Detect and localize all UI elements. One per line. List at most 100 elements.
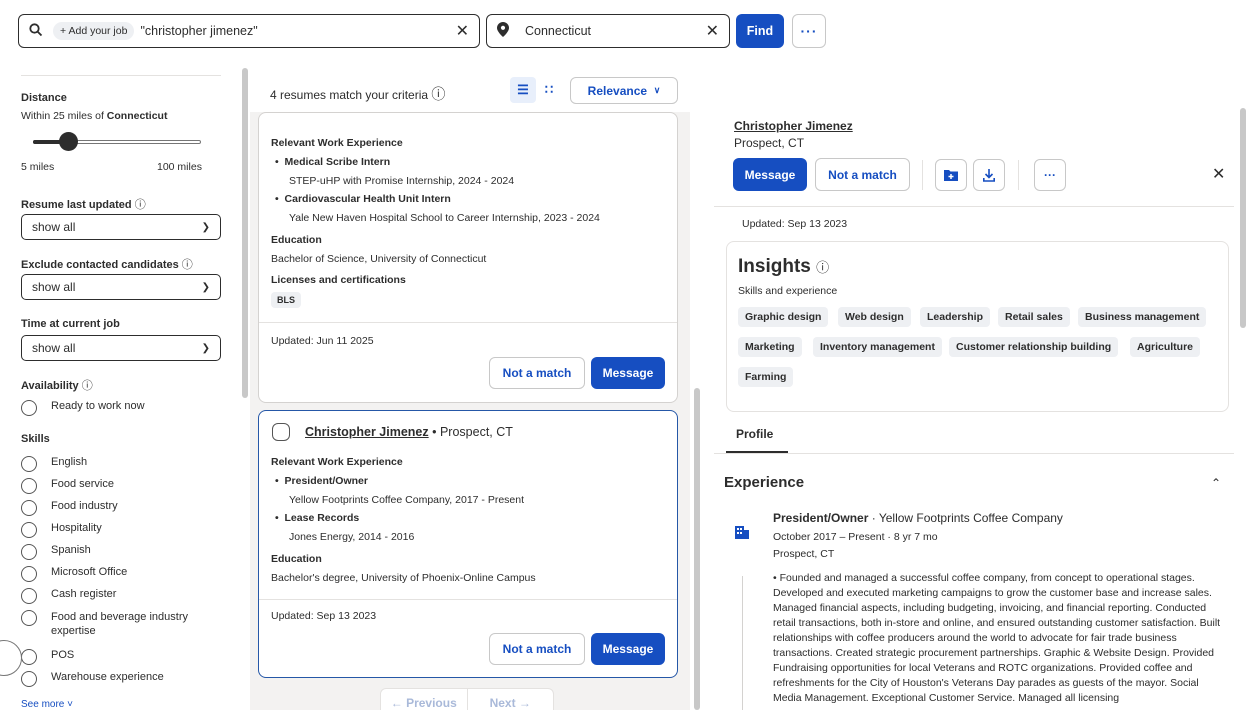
chevron-down-icon: ❯ — [201, 281, 210, 293]
checkbox-circle[interactable] — [21, 544, 37, 560]
search-bar: + Add your job "christopher jimenez" ✕ C… — [0, 0, 1257, 66]
filters-panel: Distance Within 25 miles of Connecticut … — [0, 66, 240, 710]
candidate-location: Prospect, CT — [734, 136, 805, 150]
chevron-up-icon[interactable]: ⌃ — [1211, 476, 1221, 490]
candidate-name-link[interactable]: Christopher Jimenez — [734, 119, 853, 133]
view-toggle[interactable]: ☰ ∷ — [510, 77, 562, 103]
pagination: ← Previous Next → — [380, 688, 554, 710]
checkbox-circle[interactable] — [21, 478, 37, 494]
location-text[interactable]: Connecticut — [525, 24, 706, 38]
license-badge: BLS — [271, 292, 301, 308]
chevron-down-icon: ∨ — [653, 85, 661, 95]
skill-tag: Business management — [1078, 307, 1207, 327]
experience-title: Experience — [724, 474, 805, 491]
save-to-folder-icon[interactable] — [935, 159, 967, 191]
experience-heading: President/Owner · Yellow Footprints Coff… — [773, 511, 1063, 525]
skill-checkbox[interactable]: Food industry — [21, 500, 118, 516]
tab-profile[interactable]: Profile — [736, 427, 773, 441]
skill-tag: Customer relationship building — [949, 337, 1119, 357]
not-a-match-button[interactable]: Not a match — [815, 158, 910, 191]
skill-checkbox[interactable]: Spanish — [21, 544, 91, 560]
experience-dates: October 2017 – Present · 8 yr 7 mo — [773, 531, 938, 543]
section-title: Education — [271, 553, 322, 565]
skill-checkbox[interactable]: Microsoft Office — [21, 566, 127, 582]
chevron-down-icon: ❯ — [201, 342, 210, 354]
filters-scrollbar[interactable] — [242, 68, 248, 398]
job-title: • Lease Records — [275, 512, 360, 524]
list-view-icon[interactable]: ☰ — [510, 77, 536, 103]
close-icon[interactable]: ✕ — [1212, 164, 1225, 184]
distance-slider-handle[interactable] — [59, 132, 78, 151]
info-icon[interactable]: ⓘ — [431, 86, 445, 102]
checkbox-circle[interactable] — [21, 456, 37, 472]
job-org: Yale New Haven Hospital School to Career… — [289, 212, 600, 224]
more-actions-icon[interactable]: ··· — [1034, 159, 1066, 191]
job-org: Jones Energy, 2014 - 2016 — [289, 531, 415, 543]
checkbox-circle[interactable] — [21, 671, 37, 687]
select-checkbox[interactable] — [272, 423, 290, 441]
skill-checkbox[interactable]: Warehouse experience — [21, 671, 164, 687]
not-a-match-button[interactable]: Not a match — [489, 633, 585, 665]
message-button[interactable]: Message — [591, 357, 665, 389]
job-title: • Medical Scribe Intern — [275, 156, 391, 168]
see-more-link[interactable]: See more ˅ — [21, 699, 73, 710]
info-icon[interactable]: ⓘ — [135, 199, 146, 211]
divider — [259, 322, 677, 323]
skill-tag: Leadership — [920, 307, 991, 327]
skill-tag: Farming — [738, 367, 794, 387]
message-button[interactable]: Message — [591, 633, 665, 665]
not-a-match-button[interactable]: Not a match — [489, 357, 585, 389]
more-options-button[interactable]: ··· — [792, 14, 826, 48]
next-page-button[interactable]: Next → — [466, 689, 554, 710]
checkbox-circle[interactable] — [21, 500, 37, 516]
detail-scrollbar[interactable] — [1240, 108, 1246, 328]
clear-query-icon[interactable]: ✕ — [456, 21, 469, 41]
chevron-down-icon: ❯ — [201, 221, 210, 233]
resume-updated-select[interactable]: show all ❯ — [21, 214, 221, 240]
message-button[interactable]: Message — [733, 158, 807, 191]
info-icon[interactable]: ⓘ — [182, 259, 193, 271]
job-org: STEP-uHP with Promise Internship, 2024 -… — [289, 175, 515, 187]
skill-checkbox[interactable]: POS — [21, 649, 74, 665]
results-scrollbar[interactable] — [694, 388, 700, 710]
skill-tag: Retail sales — [998, 307, 1070, 327]
job-search-input[interactable]: + Add your job "christopher jimenez" ✕ — [18, 14, 480, 48]
location-input[interactable]: Connecticut ✕ — [486, 14, 730, 48]
checkbox-circle[interactable] — [21, 400, 37, 416]
resume-card[interactable]: Relevant Work Experience • Medical Scrib… — [258, 112, 678, 403]
checkbox-circle[interactable] — [21, 649, 37, 665]
section-title: Licenses and certifications — [271, 274, 406, 286]
location-pin-icon — [497, 22, 509, 40]
checkbox-circle[interactable] — [21, 588, 37, 604]
search-query-text[interactable]: "christopher jimenez" — [140, 24, 455, 38]
info-icon[interactable]: ⓘ — [816, 260, 829, 275]
previous-page-button[interactable]: ← Previous — [381, 689, 467, 710]
skill-checkbox[interactable]: Cash register — [21, 588, 116, 604]
find-button[interactable]: Find — [736, 14, 784, 48]
checkbox-circle[interactable] — [21, 566, 37, 582]
divider — [714, 453, 1234, 454]
skill-checkbox[interactable]: English — [21, 456, 87, 472]
skill-checkbox[interactable]: Hospitality — [21, 522, 102, 538]
resume-card-selected[interactable]: Christopher Jimenez • Prospect, CT Relev… — [258, 410, 678, 678]
skill-checkbox[interactable]: Food and beverage industry expertise — [21, 610, 211, 638]
exclude-contacted-select[interactable]: show all ❯ — [21, 274, 221, 300]
grid-view-icon[interactable]: ∷ — [536, 77, 562, 103]
skill-checkbox[interactable]: Food service — [21, 478, 114, 494]
job-title: • Cardiovascular Health Unit Intern — [275, 193, 451, 205]
availability-checkbox[interactable]: Ready to work now — [21, 400, 145, 416]
download-icon[interactable] — [973, 159, 1005, 191]
add-job-chip[interactable]: + Add your job — [53, 22, 135, 40]
time-at-job-select[interactable]: show all ❯ — [21, 335, 221, 361]
results-count: 4 resumes match your criteria ⓘ — [270, 86, 446, 102]
candidate-name-link[interactable]: Christopher Jimenez — [305, 425, 429, 439]
checkbox-circle[interactable] — [21, 522, 37, 538]
experience-description: • Founded and managed a successful coffe… — [773, 572, 1221, 704]
clear-location-icon[interactable]: ✕ — [706, 21, 719, 41]
candidate-name-row: Christopher Jimenez • Prospect, CT — [305, 425, 513, 439]
info-icon[interactable]: ⓘ — [82, 380, 93, 392]
checkbox-circle[interactable] — [21, 610, 37, 626]
skill-tag: Marketing — [738, 337, 802, 357]
sort-dropdown[interactable]: Relevance ∨ — [570, 77, 678, 104]
insights-subtitle: Skills and experience — [738, 285, 838, 297]
